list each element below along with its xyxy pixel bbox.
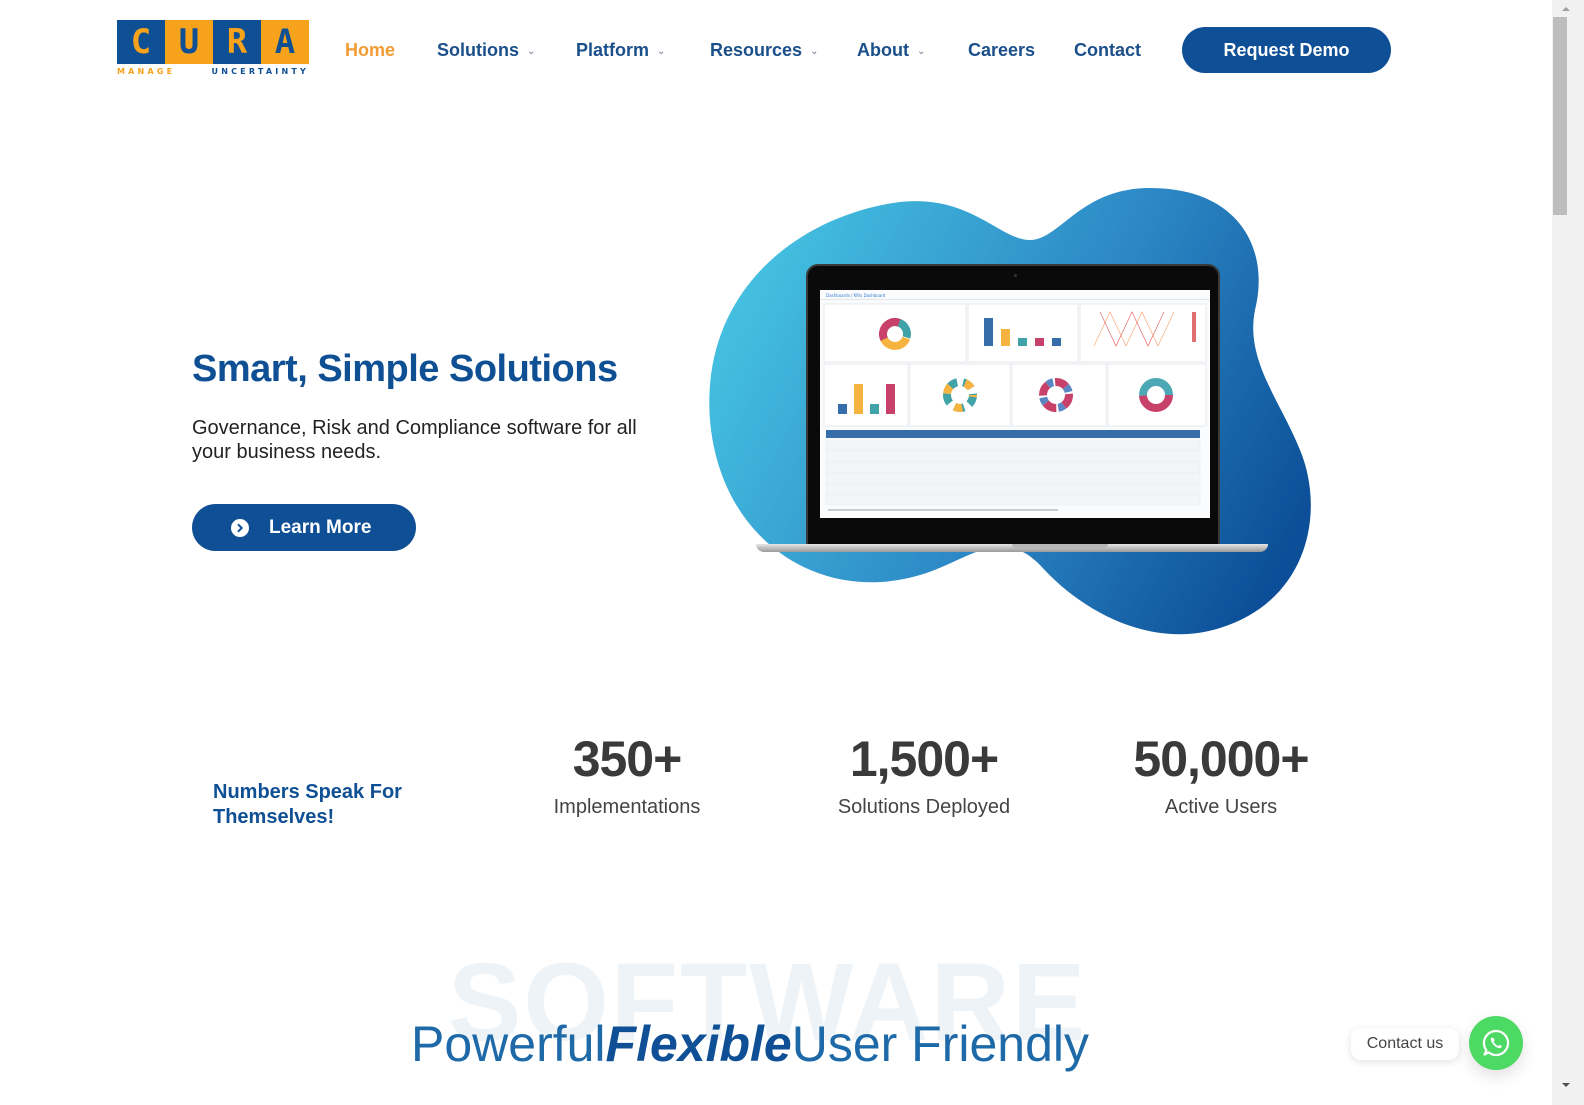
nav-careers[interactable]: Careers bbox=[968, 36, 1035, 64]
tagline-word-user-friendly: User Friendly bbox=[791, 1016, 1090, 1072]
chevron-down-icon: ⌄ bbox=[527, 45, 536, 57]
stat-solutions-deployed: 1,500+ Solutions Deployed bbox=[774, 730, 1074, 819]
scroll-up-arrow-icon[interactable] bbox=[1558, 4, 1574, 14]
logo-tiles: C U R A bbox=[117, 20, 309, 64]
whatsapp-icon bbox=[1482, 1029, 1510, 1057]
whatsapp-button[interactable] bbox=[1469, 1016, 1523, 1070]
stat-implementations: 350+ Implementations bbox=[477, 730, 777, 819]
nav-solutions[interactable]: Solutions ⌄ bbox=[437, 36, 535, 64]
stats-heading: Numbers Speak For Themselves! bbox=[213, 781, 402, 828]
logo-tagline-manage: MANAGE bbox=[117, 67, 176, 76]
nav-resources-label: Resources bbox=[710, 39, 803, 60]
nav-about[interactable]: About ⌄ bbox=[857, 36, 925, 64]
chevron-down-icon: ⌄ bbox=[810, 45, 819, 57]
logo-letter: U bbox=[165, 20, 213, 64]
laptop-mockup: Dashboards / KRIs Dashboard bbox=[756, 264, 1268, 560]
learn-more-button[interactable]: Learn More bbox=[192, 504, 416, 551]
nav-contact-label: Contact bbox=[1074, 39, 1141, 60]
laptop-bezel: Dashboards / KRIs Dashboard bbox=[806, 264, 1220, 546]
chevron-down-icon: ⌄ bbox=[916, 45, 926, 57]
screen-breadcrumb: Dashboards / KRIs Dashboard bbox=[820, 290, 1210, 300]
stat-active-users: 50,000+ Active Users bbox=[1071, 730, 1371, 819]
stat-label: Implementations bbox=[553, 796, 701, 818]
site-header: C U R A MANAGE UNCERTAINTY Home Solution… bbox=[0, 0, 1552, 100]
logo-letter: A bbox=[261, 20, 309, 64]
stat-label: Solutions Deployed bbox=[837, 796, 1011, 818]
software-tagline: PowerfulFlexibleUser Friendly bbox=[411, 1016, 1089, 1072]
nav-platform-label: Platform bbox=[576, 39, 650, 60]
chevron-down-icon: ⌄ bbox=[657, 45, 666, 57]
logo-letter: C bbox=[117, 20, 165, 64]
laptop-notch bbox=[1012, 544, 1108, 548]
nav-about-label: About bbox=[857, 39, 909, 60]
camera-dot bbox=[1014, 274, 1017, 277]
nav-resources[interactable]: Resources ⌄ bbox=[710, 36, 818, 64]
stat-label: Active Users bbox=[1164, 796, 1278, 818]
nav-contact[interactable]: Contact bbox=[1074, 36, 1141, 64]
scroll-down-arrow-icon[interactable] bbox=[1558, 1080, 1574, 1090]
hero-illustration: Dashboards / KRIs Dashboard bbox=[700, 180, 1320, 640]
chevron-right-circle-icon bbox=[231, 518, 249, 537]
nav-platform[interactable]: Platform ⌄ bbox=[576, 36, 665, 64]
nav-careers-label: Careers bbox=[968, 39, 1036, 60]
learn-more-label: Learn More bbox=[269, 516, 372, 538]
hero-title: Smart, Simple Solutions bbox=[192, 348, 618, 390]
nav-home-label: Home bbox=[345, 39, 396, 60]
tagline-word-powerful: Powerful bbox=[411, 1016, 606, 1072]
nav-home[interactable]: Home bbox=[345, 36, 395, 64]
scrollbar-thumb[interactable] bbox=[1553, 17, 1567, 215]
stat-value: 350+ bbox=[572, 731, 683, 787]
stat-value: 50,000+ bbox=[1133, 731, 1309, 787]
cura-logo[interactable]: C U R A MANAGE UNCERTAINTY bbox=[117, 20, 309, 80]
logo-letter: R bbox=[213, 20, 261, 64]
nav-solutions-label: Solutions bbox=[437, 39, 519, 60]
dashboard-screenshot: Dashboards / KRIs Dashboard bbox=[820, 290, 1210, 518]
request-demo-button[interactable]: Request Demo bbox=[1182, 27, 1391, 73]
hero-subtitle: Governance, Risk and Compliance software… bbox=[192, 417, 637, 463]
stat-value: 1,500+ bbox=[849, 731, 999, 787]
contact-us-bubble[interactable]: Contact us bbox=[1351, 1028, 1459, 1060]
logo-tagline-uncertainty: UNCERTAINTY bbox=[211, 67, 309, 76]
dashboard-graphics bbox=[823, 303, 1207, 511]
tagline-word-flexible: Flexible bbox=[605, 1016, 792, 1072]
logo-tagline: MANAGE UNCERTAINTY bbox=[117, 67, 309, 77]
